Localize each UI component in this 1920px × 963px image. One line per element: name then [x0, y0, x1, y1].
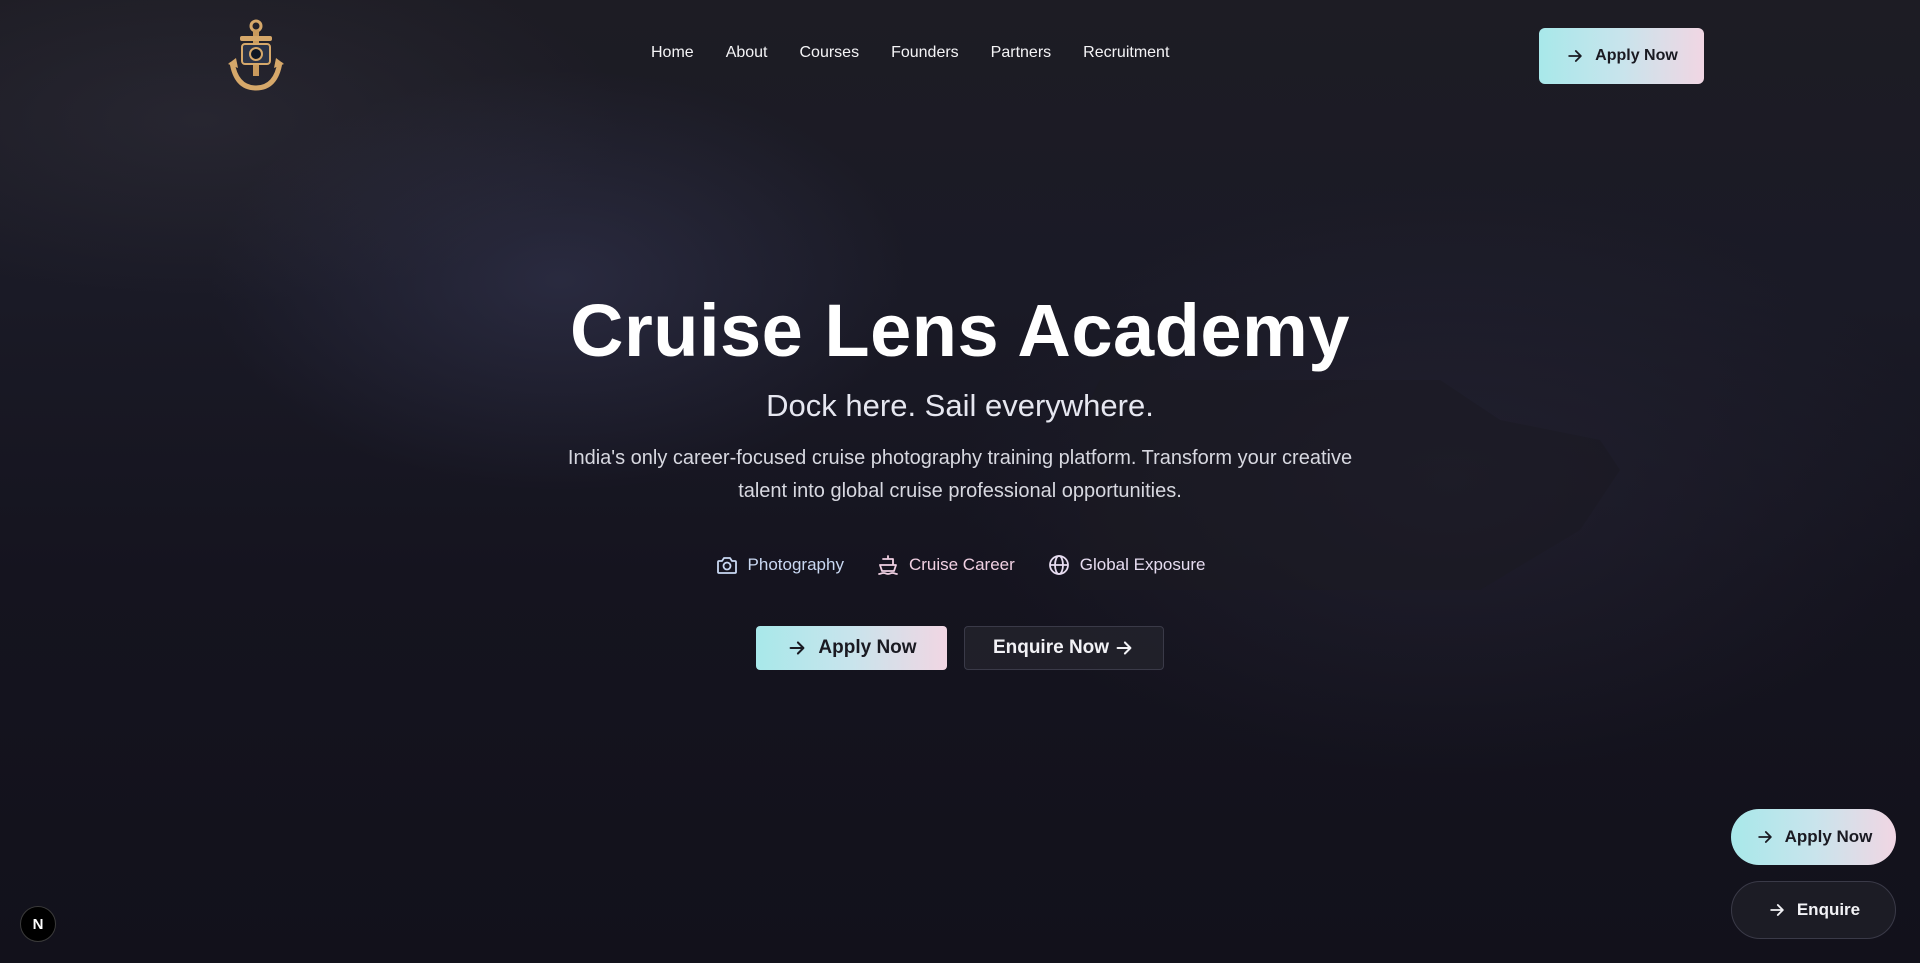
nav-about[interactable]: About: [726, 44, 768, 62]
floating-enquire-button[interactable]: Enquire: [1731, 881, 1896, 939]
nav-recruitment[interactable]: Recruitment: [1083, 44, 1169, 62]
site-header: Home About Courses Founders Partners Rec…: [0, 0, 1920, 112]
nav-partners[interactable]: Partners: [991, 44, 1051, 62]
feature-label: Cruise Career: [908, 555, 1015, 574]
dev-badge[interactable]: N: [20, 906, 56, 942]
dev-badge-label: N: [32, 915, 44, 933]
floating-apply-label: Apply Now: [1784, 827, 1873, 846]
arrow-right-icon: [1113, 637, 1135, 659]
floating-enquire-label: Enquire: [1796, 900, 1861, 919]
hero-cta-row: Apply Now Enquire Now: [0, 626, 1920, 670]
feature-photography: Photography: [715, 553, 844, 577]
nav-courses[interactable]: Courses: [800, 44, 860, 62]
nav-home[interactable]: Home: [651, 44, 694, 62]
arrow-right-icon: [1755, 827, 1775, 847]
ship-icon: [876, 553, 900, 577]
hero-title: Cruise Lens Academy: [570, 289, 1350, 372]
feature-cruise-career: Cruise Career: [876, 553, 1015, 577]
feature-label: Photography: [747, 555, 844, 574]
header-apply-button[interactable]: Apply Now: [1539, 28, 1704, 84]
hero-enquire-label: Enquire Now: [992, 637, 1110, 658]
feature-global-exposure: Global Exposure: [1047, 553, 1206, 577]
hero-apply-label: Apply Now: [818, 637, 917, 658]
globe-icon: [1047, 553, 1071, 577]
nav-founders[interactable]: Founders: [891, 44, 959, 62]
anchor-camera-logo[interactable]: [226, 18, 286, 94]
hero-apply-button[interactable]: Apply Now: [756, 626, 947, 670]
arrow-right-icon: [786, 637, 808, 659]
hero-enquire-button[interactable]: Enquire Now: [964, 626, 1164, 670]
floating-apply-button[interactable]: Apply Now: [1731, 809, 1896, 865]
main-nav: Home About Courses Founders Partners Rec…: [651, 44, 1169, 62]
feature-label: Global Exposure: [1079, 555, 1206, 574]
arrow-right-icon: [1767, 900, 1787, 920]
feature-list: Photography Cruise Career Global Exposur…: [0, 553, 1920, 577]
hero-tagline: Dock here. Sail everywhere.: [766, 388, 1154, 423]
camera-icon: [715, 553, 739, 577]
header-apply-label: Apply Now: [1595, 47, 1678, 64]
hero-description: India's only career-focused cruise photo…: [567, 447, 1353, 502]
arrow-right-icon: [1565, 46, 1585, 66]
